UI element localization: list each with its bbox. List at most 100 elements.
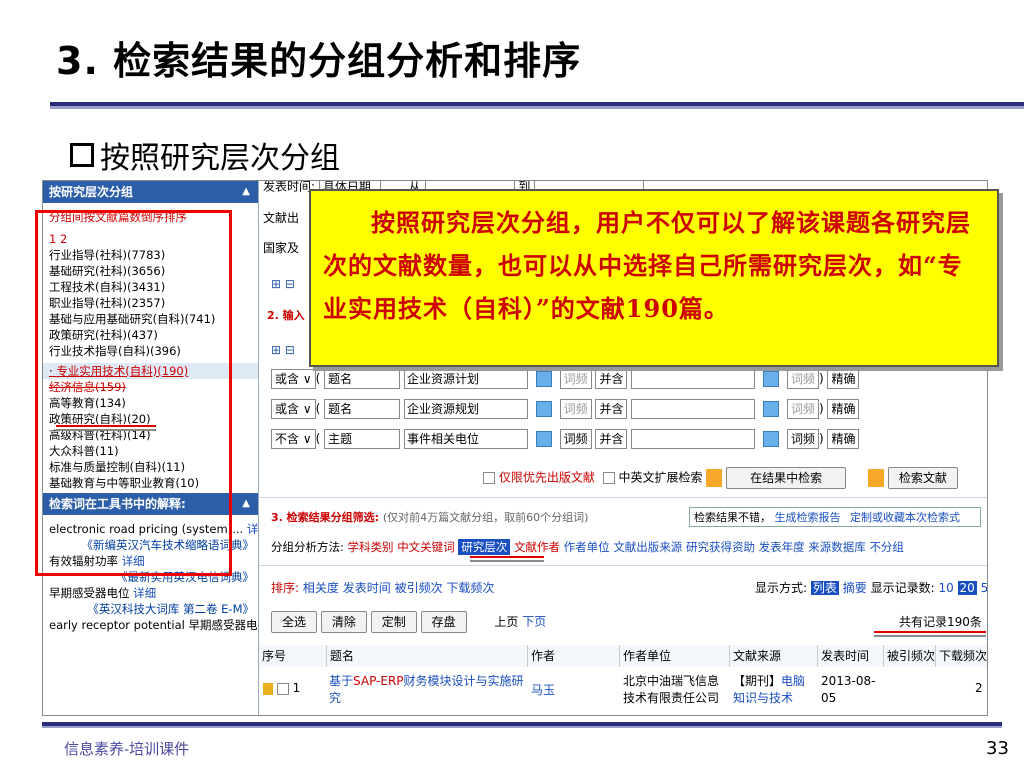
match-select[interactable]: 精确 [827, 399, 860, 419]
term-input[interactable]: 企业资源规划 [403, 399, 528, 419]
sort-option[interactable]: 发表时间 [343, 581, 391, 595]
dictionary-header[interactable]: 检索词在工具书中的解释: ▲ [43, 493, 258, 515]
term2-input[interactable] [631, 429, 756, 449]
puzzle-icon[interactable] [763, 401, 780, 417]
group-item[interactable]: 基础研究(社科)(3656) [43, 263, 258, 279]
group-tab-active[interactable]: 研究层次 [458, 539, 511, 555]
dict-detail-link[interactable]: 详细 [133, 586, 156, 600]
collapse-up-icon[interactable]: ▲ [242, 181, 250, 203]
display-label: 显示方式: [755, 581, 808, 595]
group-item-selected[interactable]: · 专业实用技术(自科)(190) [43, 363, 258, 379]
puzzle-icon[interactable] [763, 431, 780, 447]
save-search-link[interactable]: 定制或收藏本次检索式 [850, 511, 960, 524]
clear-button[interactable]: 清除 [320, 611, 367, 633]
display-list-option[interactable]: 列表 [810, 581, 839, 595]
logic-select[interactable]: 不含 ∨ [271, 429, 316, 449]
group-item[interactable]: 高等教育(134) [43, 395, 258, 411]
author-link[interactable]: 马玉 [531, 681, 555, 698]
logic-select[interactable]: 或含 ∨ [271, 369, 316, 389]
logic-select[interactable]: 或含 ∨ [271, 399, 316, 419]
search-in-results-button[interactable]: 在结果中检索 [726, 467, 847, 489]
group-tab[interactable]: 文献作者 [514, 540, 560, 554]
count-option[interactable]: 10 [938, 581, 953, 595]
next-page-link[interactable]: 下页 [522, 615, 546, 629]
save-button[interactable]: 存盘 [420, 611, 467, 633]
freq2-select[interactable]: 词频 [786, 429, 819, 449]
group-item[interactable]: 工程技术(自科)(3431) [43, 279, 258, 295]
group-tab[interactable]: 发表年度 [759, 540, 805, 554]
col-header: 下载频次 [936, 645, 987, 667]
select-all-button[interactable]: 全选 [271, 611, 318, 633]
group-item[interactable]: 职业指导(社科)(2357) [43, 295, 258, 311]
freq-select[interactable]: 词频 [559, 369, 592, 389]
tab-underline [470, 556, 544, 558]
group-tab[interactable]: 不分组 [869, 540, 904, 554]
freq2-select[interactable]: 词频 [786, 399, 819, 419]
dict-detail-link[interactable]: 详细 [247, 522, 258, 536]
title-divider-light [50, 106, 1024, 109]
group-item[interactable]: 经济信息(159) [43, 379, 258, 395]
cross-lang-checkbox[interactable] [602, 472, 615, 484]
table-row[interactable]: 1 基于SAP-ERP财务模块设计与实施研究 马玉 北京中油瑞飞信息技术有限责任… [259, 669, 987, 713]
group-item[interactable]: 基础与应用基础研究(自科)(741) [43, 311, 258, 327]
source-cell: 【期刊】电脑知识与技术 [733, 674, 806, 705]
group-item[interactable]: 标准与质量控制(自科)(11) [43, 459, 258, 475]
col-header: 序号 [259, 645, 327, 667]
group-panel-header[interactable]: 按研究层次分组 ▲ [43, 181, 258, 203]
term2-input[interactable] [631, 369, 756, 389]
sort-by-count-link[interactable]: 分组间按文献篇数倒序排序 [43, 209, 258, 225]
match-select[interactable]: 精确 [827, 429, 860, 449]
dict-source[interactable]: 《英汉科技大词库 第二卷 E-M》 [43, 601, 258, 617]
cross-lang-label: 中英文扩展检索 [618, 470, 703, 485]
group-tab[interactable]: 学科类别 [348, 540, 394, 554]
group-tab[interactable]: 作者单位 [564, 540, 610, 554]
freq2-select[interactable]: 词频 [786, 369, 819, 389]
sort-option[interactable]: 被引频次 [395, 581, 443, 595]
group-item[interactable]: 政策研究(社科)(437) [43, 327, 258, 343]
group-pages[interactable]: 1 2 [43, 231, 258, 247]
search-docs-button[interactable]: 检索文献 [887, 467, 958, 489]
freq-select[interactable]: 词频 [559, 399, 592, 419]
group-tab[interactable]: 文献出版来源 [613, 540, 682, 554]
op-select[interactable]: 并含 [595, 429, 628, 449]
group-item[interactable]: 大众科普(11) [43, 443, 258, 459]
display-abstract-option[interactable]: 摘要 [843, 581, 867, 595]
group-tab[interactable]: 中文关键词 [397, 540, 455, 554]
puzzle-icon[interactable] [535, 431, 552, 447]
customize-button[interactable]: 定制 [370, 611, 417, 633]
dict-source[interactable]: 《最新实用英汉电信词典》 [43, 569, 258, 585]
term-input[interactable]: 事件相关电位 [403, 429, 528, 449]
field-select[interactable]: 题名 [324, 369, 401, 389]
puzzle-icon[interactable] [763, 371, 780, 387]
search-options-row: 仅限优先出版文献 中英文扩展检索 在结果中检索 检索文献 [483, 467, 987, 489]
count-option[interactable]: 50 [981, 581, 987, 595]
dict-source[interactable]: 《新编英汉汽车技术缩略语词典》 [43, 537, 258, 553]
freq-select[interactable]: 词频 [559, 429, 592, 449]
group-item[interactable]: 行业指导(社科)(7783) [43, 247, 258, 263]
group-tab[interactable]: 来源数据库 [808, 540, 866, 554]
puzzle-icon[interactable] [535, 371, 552, 387]
footer-text: 信息素养-培训课件 [64, 740, 190, 758]
gen-report-link[interactable]: 生成检索报告 [775, 511, 841, 524]
term2-input[interactable] [631, 399, 756, 419]
page-number: 33 [986, 738, 1009, 759]
field-select[interactable]: 题名 [324, 399, 401, 419]
collapse-up-icon[interactable]: ▲ [242, 493, 250, 515]
dict-detail-link[interactable]: 详细 [122, 554, 145, 568]
sort-option[interactable]: 相关度 [303, 581, 339, 595]
group-item[interactable]: 基础教育与中等职业教育(10) [43, 475, 258, 491]
op-select[interactable]: 并含 [595, 399, 628, 419]
subtitle-text: 按照研究层次分组 [100, 141, 340, 176]
group-item[interactable]: 行业技术指导(自科)(396) [43, 343, 258, 359]
title-link[interactable]: 基于SAP-ERP财务模块设计与实施研究 [329, 673, 525, 707]
group-tab[interactable]: 研究获得资助 [686, 540, 755, 554]
priority-checkbox[interactable] [483, 472, 495, 484]
op-select[interactable]: 并含 [595, 369, 628, 389]
row-checkbox[interactable] [276, 682, 289, 695]
term-input[interactable]: 企业资源计划 [403, 369, 528, 389]
match-select[interactable]: 精确 [827, 369, 860, 389]
sort-option[interactable]: 下载频次 [446, 581, 494, 595]
count-option-active[interactable]: 20 [957, 581, 977, 595]
field-select[interactable]: 主题 [324, 429, 401, 449]
puzzle-icon[interactable] [535, 401, 552, 417]
